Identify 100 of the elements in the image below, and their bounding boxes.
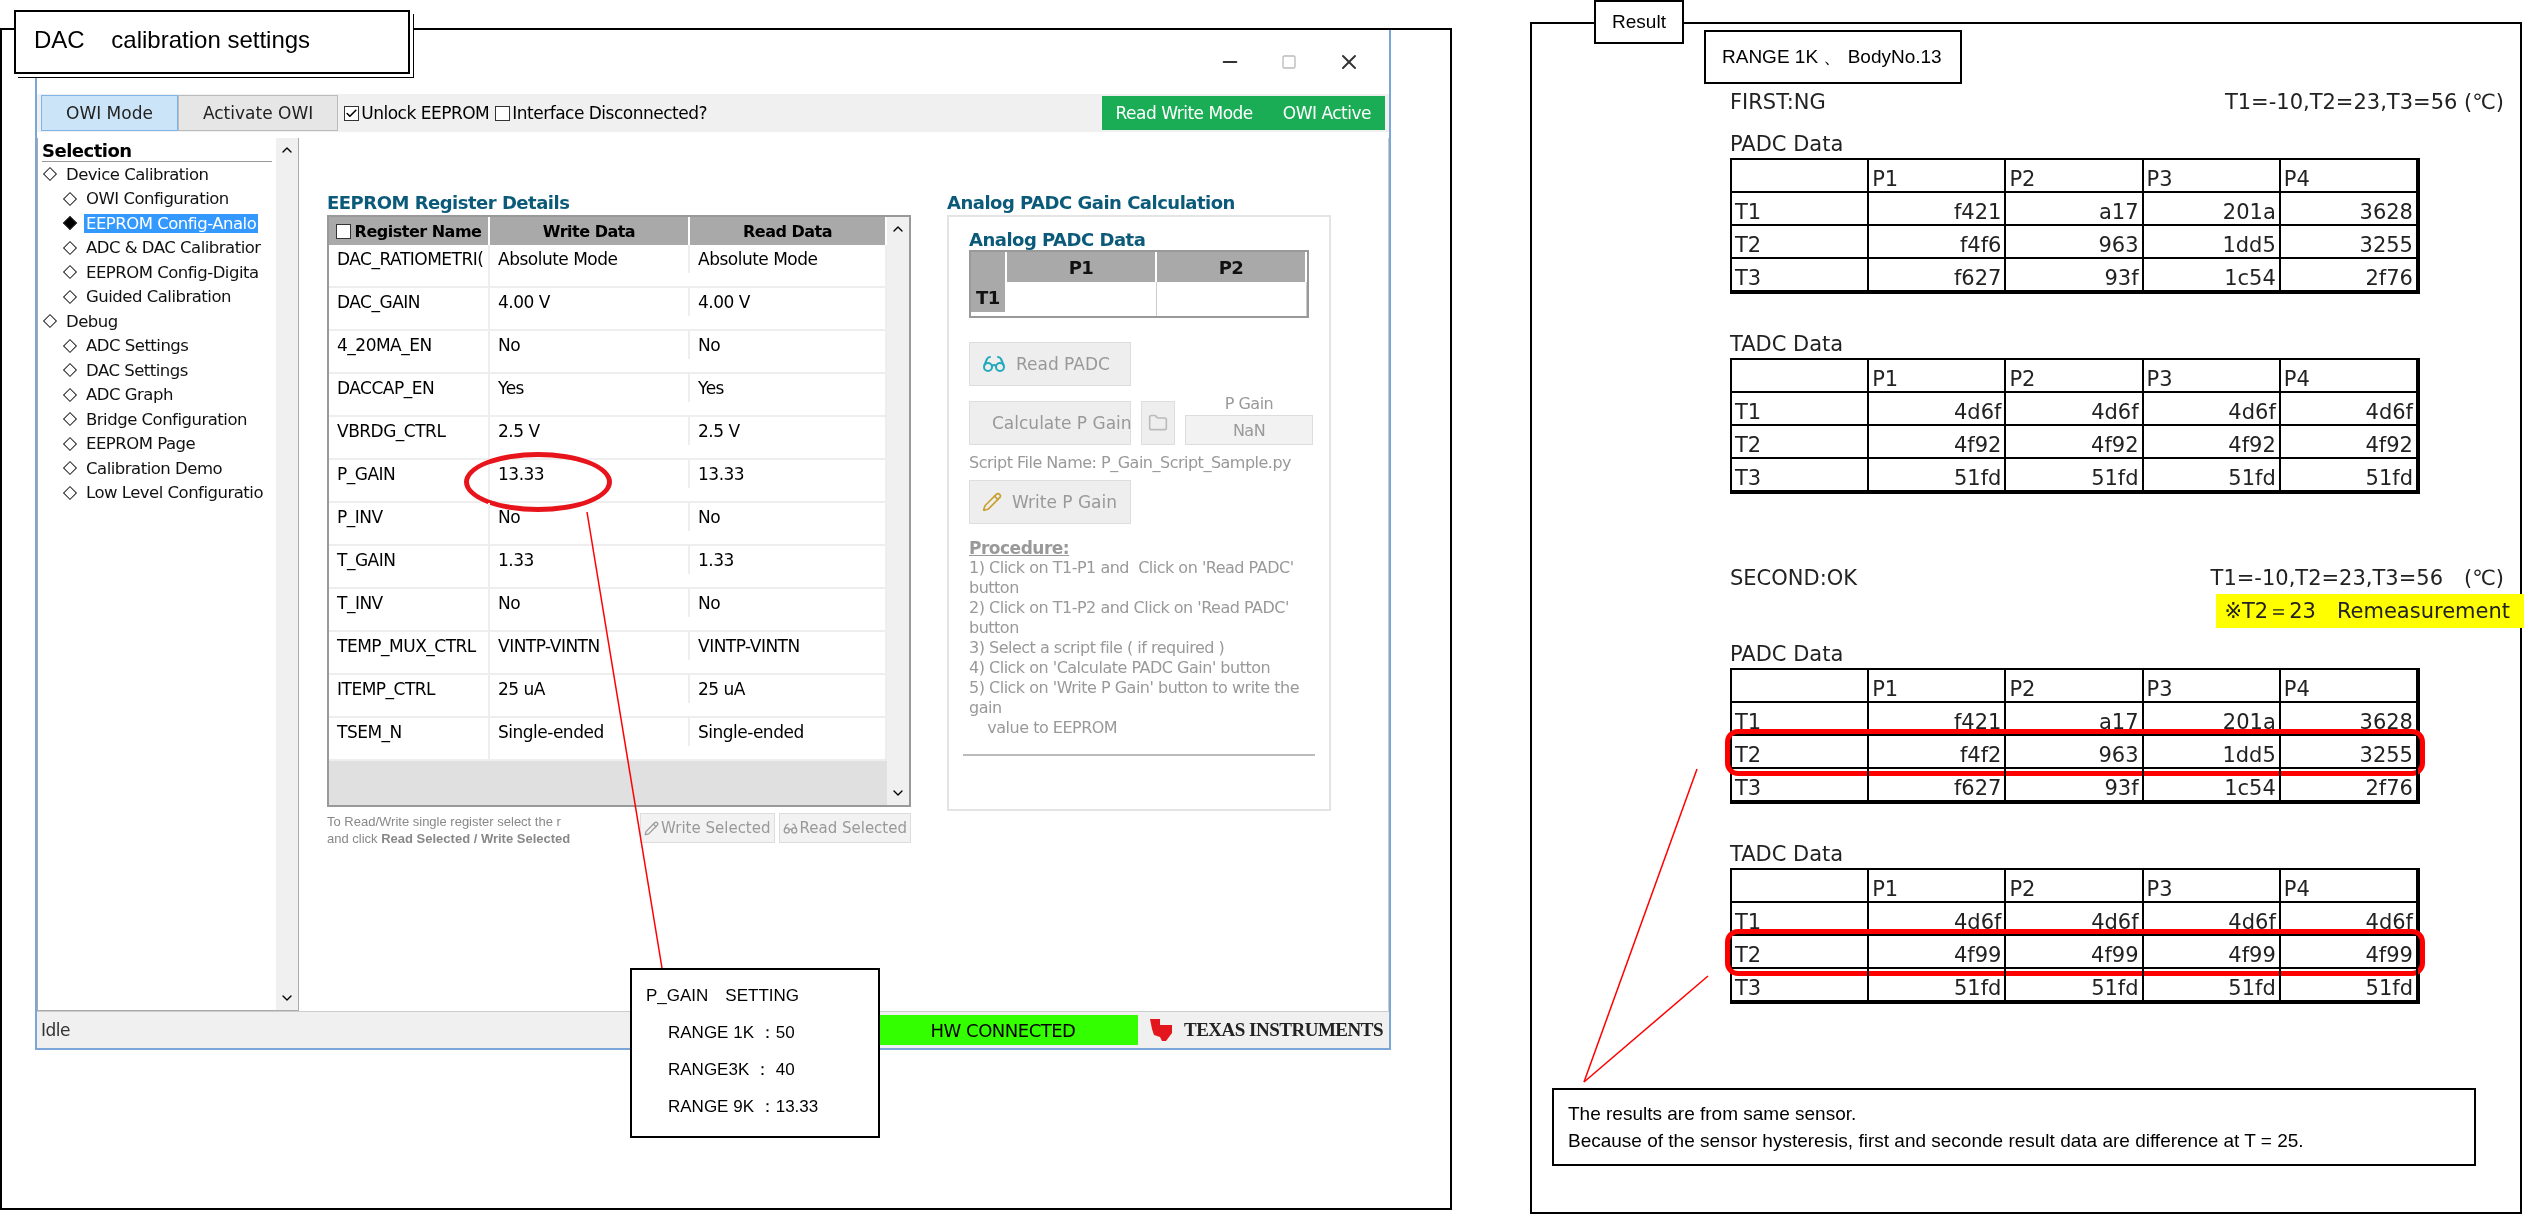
tree-item[interactable]: EEPROM Page xyxy=(84,434,198,454)
table-cell: 1c54 xyxy=(2143,769,2281,802)
table-cell: ITEMP_CTRL xyxy=(329,675,490,716)
checkbox[interactable] xyxy=(335,223,351,239)
table-title: TADC Data xyxy=(1730,332,1845,358)
row-label: T2 xyxy=(1732,426,1870,459)
procedure-heading: Procedure: xyxy=(969,538,1071,558)
status-text: Read Write Mode xyxy=(1115,103,1253,123)
section-title: EEPROM Register Details xyxy=(327,192,571,213)
field-label: P Gain xyxy=(1224,394,1274,413)
table-cell: 4f99 xyxy=(1869,936,2007,969)
row-label: T1 xyxy=(1732,193,1870,226)
table-cell: VBRDG_CTRL xyxy=(329,417,490,458)
table-cell: 963 xyxy=(2006,226,2144,259)
column-header: P2 xyxy=(2006,360,2144,393)
table-cell: DAC_RATIOMETRI( xyxy=(329,245,490,286)
table-cell: f4f2 xyxy=(1869,736,2007,769)
row-label: T2 xyxy=(1732,936,1870,969)
table-cell: 93f xyxy=(2006,769,2144,802)
row-label: T1 xyxy=(971,282,1007,312)
checkbox[interactable] xyxy=(495,105,511,121)
table-cell: 13.33 xyxy=(490,460,690,488)
table-cell: 4f92 xyxy=(2280,426,2418,459)
tree-item[interactable]: ADC Graph xyxy=(84,385,175,405)
tree-item[interactable]: Device Calibration xyxy=(64,164,211,184)
table-cell: 51fd xyxy=(1869,459,2007,492)
section-title: Analog PADC Gain Calculation xyxy=(947,192,1236,213)
table-cell: Yes xyxy=(490,374,690,402)
callout-text: RANGE 1K ：50 xyxy=(667,1022,796,1044)
table-cell: Single-ended xyxy=(490,718,690,746)
column-header: P3 xyxy=(2143,870,2281,903)
table-cell: T_GAIN xyxy=(329,546,490,587)
table-cell: P_INV xyxy=(329,503,490,544)
temperature-text: T1=-10,T2=23,T3=56 (℃) xyxy=(2210,565,2504,592)
table-cell: No xyxy=(490,503,690,531)
table-cell xyxy=(971,252,1007,282)
scrollbar[interactable] xyxy=(276,138,298,1010)
table-cell: 3628 xyxy=(2280,193,2418,226)
column-header: P1 xyxy=(1007,252,1157,282)
tree-item[interactable]: Debug xyxy=(64,311,120,331)
checkbox-label: Interface Disconnected? xyxy=(512,103,707,123)
mode-button[interactable]: OWI Mode xyxy=(41,95,178,131)
mode-button[interactable]: Activate OWI xyxy=(177,95,339,131)
tree-item[interactable]: Guided Calibration xyxy=(84,287,233,307)
pencil-icon xyxy=(644,820,660,836)
column-header: P3 xyxy=(2143,160,2281,193)
hint-text: To Read/Write single register select the r and click Read Selected / Write Selected xyxy=(327,813,572,847)
result-heading: SECOND:OK xyxy=(1730,566,1858,590)
comment-text: Because of the sensor hysteresis, first and seconde result data are difference at T = 25. xyxy=(1568,1129,2305,1153)
scrollbar[interactable] xyxy=(887,217,909,805)
table-cell: 201a xyxy=(2143,703,2281,736)
status-text: Idle xyxy=(40,1020,70,1040)
table-cell: 51fd xyxy=(2280,969,2418,1002)
column-header: P1 xyxy=(1869,360,2007,393)
table-cell: 1dd5 xyxy=(2143,736,2281,769)
tree-item[interactable]: Low Level Configuratio xyxy=(84,483,265,503)
column-header: P1 xyxy=(1869,160,2007,193)
table-cell: 2f76 xyxy=(2280,259,2418,292)
row-label: T1 xyxy=(1732,703,1870,736)
table-cell: 51fd xyxy=(2280,459,2418,492)
column-header: P1 xyxy=(1869,870,2007,903)
table-cell: 51fd xyxy=(2006,969,2144,1002)
table-title: PADC Data xyxy=(1730,642,1845,668)
table-cell: 4_20MA_EN xyxy=(329,331,490,372)
table-cell: 51fd xyxy=(2143,459,2281,492)
tree-item[interactable]: EEPROM Config-Digita xyxy=(84,262,261,282)
checkbox[interactable] xyxy=(344,105,360,121)
row-label: T3 xyxy=(1732,969,1870,1002)
table-cell: f421 xyxy=(1869,703,2007,736)
table-cell: 4d6f xyxy=(1869,903,2007,936)
table-cell: 51fd xyxy=(2006,459,2144,492)
column-header: P4 xyxy=(2280,670,2418,703)
sidebar-heading: Selection xyxy=(42,140,272,162)
tree-item[interactable]: OWI Configuration xyxy=(84,189,231,209)
column-header: P4 xyxy=(2280,160,2418,193)
table-cell: 3255 xyxy=(2280,226,2418,259)
column-header: P2 xyxy=(2006,160,2144,193)
script-file-name: Script File Name: P_Gain_Script_Sample.py xyxy=(969,453,1293,472)
tree-item[interactable]: DAC Settings xyxy=(84,360,190,380)
table-cell: 4d6f xyxy=(2280,903,2418,936)
table-cell: 1c54 xyxy=(2143,259,2281,292)
column-header: P2 xyxy=(2006,870,2144,903)
column-header: P1 xyxy=(1869,670,2007,703)
column-header: P3 xyxy=(2143,670,2281,703)
tree-item[interactable]: Bridge Configuration xyxy=(84,409,249,429)
table-cell: 201a xyxy=(2143,193,2281,226)
column-header: Register Name xyxy=(354,221,482,241)
row-label: T3 xyxy=(1732,769,1870,802)
status-text: OWI Active xyxy=(1282,103,1371,123)
checkbox-label: Unlock EEPROM xyxy=(361,103,490,123)
folder-icon xyxy=(1148,413,1168,433)
column-header: P3 xyxy=(2143,360,2281,393)
table-cell: 93f xyxy=(2006,259,2144,292)
table-cell: 4.00 V xyxy=(490,288,690,316)
tree-item[interactable]: ADC Settings xyxy=(84,336,191,356)
tree-item[interactable]: ADC & DAC Calibratior xyxy=(84,238,263,258)
table-cell: a17 xyxy=(2006,193,2144,226)
tree-item[interactable]: Calibration Demo xyxy=(84,458,225,478)
table-cell: TSEM_N xyxy=(329,718,490,759)
result-heading: FIRST:NG xyxy=(1730,90,1826,114)
